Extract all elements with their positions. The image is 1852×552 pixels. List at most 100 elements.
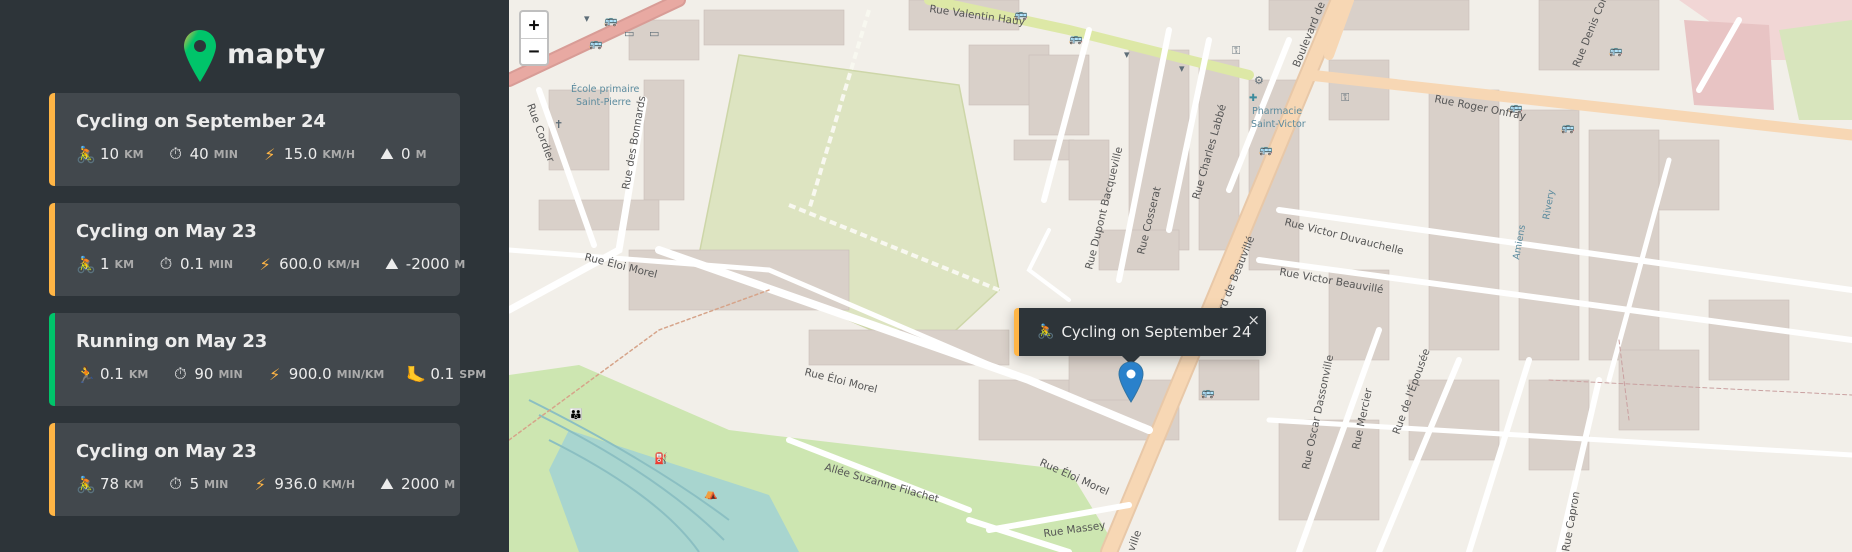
duration-unit: min	[208, 257, 234, 271]
elevation-value: -2000	[405, 255, 450, 273]
elevation-detail: ⛰ 2000 m	[377, 474, 455, 494]
svg-text:🚌: 🚌	[1069, 32, 1083, 45]
elevation-unit: m	[415, 147, 427, 161]
sidebar: mapty Cycling on September 24 🚴 10 km ⏱ …	[0, 0, 509, 552]
speed-unit: km/h	[327, 257, 360, 271]
map-pin-logo-icon	[184, 30, 217, 82]
svg-text:⛺: ⛺	[704, 487, 718, 500]
speed-value: 15.0	[283, 145, 318, 163]
workout-title: Running on May 23	[76, 331, 268, 352]
stopwatch-icon: ⏱	[159, 254, 173, 273]
speed-detail: ⚡ 600.0 km/h	[255, 254, 360, 274]
close-icon[interactable]: ×	[1247, 311, 1260, 329]
map[interactable]: ▾ 🚌 🚌 ▭ ▭ 🚌 ▾ ▾ 🚌 ⚿ ⚙ ⚿ 🚌 🚌 🚌 🚌 ✝ 👪 ⛽ ⛺ 🚌 ✚ Rue Valen…	[509, 0, 1852, 552]
svg-text:🚌: 🚌	[589, 37, 603, 50]
svg-text:✚: ✚	[1249, 93, 1257, 104]
elevation-unit: m	[454, 257, 466, 271]
distance-value: 78	[100, 475, 120, 493]
workout-list: Cycling on September 24 🚴 10 km ⏱ 40 min…	[49, 93, 486, 516]
svg-text:▭: ▭	[624, 27, 634, 40]
distance-unit: km	[124, 147, 144, 161]
svg-text:👪: 👪	[569, 408, 583, 421]
lightning-icon: ⚡	[264, 144, 276, 164]
duration-detail: ⏱ 40 min	[166, 144, 238, 164]
svg-text:Saint-Victor: Saint-Victor	[1251, 119, 1306, 130]
speed-unit: km/h	[322, 147, 356, 161]
workout-details: 🚴 78 km ⏱ 5 min ⚡ 936.0 km/h ⛰ 2000	[76, 474, 455, 494]
logo: mapty	[49, 28, 460, 84]
pace-unit: min/km	[336, 367, 385, 381]
foot-icon: 🦶	[406, 364, 427, 384]
workout-title: Cycling on May 23	[76, 221, 257, 242]
duration-value: 90	[194, 365, 214, 383]
cadence-unit: spm	[459, 367, 487, 381]
logo-text: mapty	[227, 38, 326, 70]
mountain-icon: ⛰	[380, 144, 394, 163]
distance-value: 0.1	[100, 365, 124, 383]
duration-unit: min	[204, 477, 229, 491]
mountain-icon: ⛰	[385, 254, 399, 273]
svg-text:⚙: ⚙	[1254, 74, 1264, 87]
map-marker-icon[interactable]	[1118, 361, 1144, 403]
lightning-icon: ⚡	[259, 254, 271, 274]
svg-text:▾: ▾	[1179, 62, 1185, 75]
map-tiles[interactable]: ▾ 🚌 🚌▭ ▭ 🚌▾▾ 🚌⚿⚙ ⚿🚌🚌 🚌🚌✝ 👪⛽⛺ 🚌 ✚ Rue Valen…	[509, 0, 1852, 552]
svg-text:Pharmacie: Pharmacie	[1252, 106, 1302, 117]
mountain-icon: ⛰	[380, 474, 394, 493]
speed-unit: km/h	[322, 477, 356, 491]
elevation-unit: m	[444, 477, 456, 491]
distance-detail: 🚴 78 km	[76, 474, 144, 494]
distance-unit: km	[114, 257, 135, 271]
duration-unit: min	[213, 147, 238, 161]
speed-detail: ⚡ 15.0 km/h	[260, 144, 355, 164]
zoom-out-button[interactable]: −	[521, 38, 547, 64]
bicycle-icon: 🚴	[76, 474, 96, 494]
distance-detail: 🚴 10 km	[76, 144, 144, 164]
workout-item[interactable]: Cycling on May 23 🚴 78 km ⏱ 5 min ⚡ 936.…	[49, 423, 460, 516]
duration-detail: ⏱ 90 min	[170, 364, 243, 384]
workout-title: Cycling on September 24	[76, 111, 326, 132]
svg-text:✝: ✝	[554, 118, 563, 131]
pace-value: 900.0	[288, 365, 332, 383]
svg-text:⛽: ⛽	[654, 452, 668, 465]
stopwatch-icon: ⏱	[174, 364, 187, 383]
cadence-detail: 🦶 0.1 spm	[406, 364, 486, 384]
duration-unit: min	[218, 367, 243, 381]
svg-text:🚌: 🚌	[1259, 143, 1273, 156]
workout-item[interactable]: Running on May 23 🏃 0.1 km ⏱ 90 min ⚡ 90…	[49, 313, 486, 406]
workout-item[interactable]: Cycling on May 23 🚴 1 km ⏱ 0.1 min ⚡ 600…	[49, 203, 465, 296]
cadence-value: 0.1	[430, 365, 455, 383]
workout-details: 🚴 1 km ⏱ 0.1 min ⚡ 600.0 km/h ⛰ -2000	[76, 254, 465, 274]
svg-text:▭: ▭	[649, 27, 659, 40]
stopwatch-icon: ⏱	[169, 474, 182, 493]
runner-icon: 🏃	[76, 364, 96, 384]
duration-value: 5	[189, 475, 200, 493]
svg-text:⚿: ⚿	[1232, 44, 1240, 57]
speed-value: 936.0	[274, 475, 318, 493]
bicycle-icon: 🚴	[76, 254, 96, 274]
speed-value: 600.0	[279, 255, 323, 273]
elevation-detail: ⛰ 0 m	[377, 144, 427, 164]
popup-title: Cycling on September 24	[1061, 323, 1252, 341]
distance-value: 10	[100, 145, 120, 163]
duration-value: 0.1	[180, 255, 204, 273]
svg-text:🚌: 🚌	[1201, 386, 1215, 399]
svg-text:⚿: ⚿	[1341, 91, 1349, 104]
svg-text:🚌: 🚌	[1609, 44, 1623, 57]
duration-value: 40	[189, 145, 209, 163]
svg-text:▾: ▾	[584, 12, 590, 25]
svg-text:▾: ▾	[1124, 48, 1130, 61]
zoom-in-button[interactable]: +	[521, 12, 547, 38]
duration-detail: ⏱ 5 min	[166, 474, 229, 494]
lightning-icon: ⚡	[269, 364, 281, 384]
distance-unit: km	[128, 367, 149, 381]
workout-details: 🏃 0.1 km ⏱ 90 min ⚡ 900.0 min/km 🦶 0.1	[76, 364, 486, 384]
svg-text:Saint-Pierre: Saint-Pierre	[576, 97, 631, 108]
workout-item[interactable]: Cycling on September 24 🚴 10 km ⏱ 40 min…	[49, 93, 460, 186]
distance-detail: 🚴 1 km	[76, 254, 134, 274]
svg-text:École primaire: École primaire	[571, 83, 640, 95]
svg-text:🚌: 🚌	[1561, 121, 1575, 134]
elevation-value: 2000	[401, 475, 440, 493]
speed-detail: ⚡ 936.0 km/h	[250, 474, 355, 494]
workout-popup[interactable]: 🚴 Cycling on September 24 ×	[1014, 308, 1266, 356]
